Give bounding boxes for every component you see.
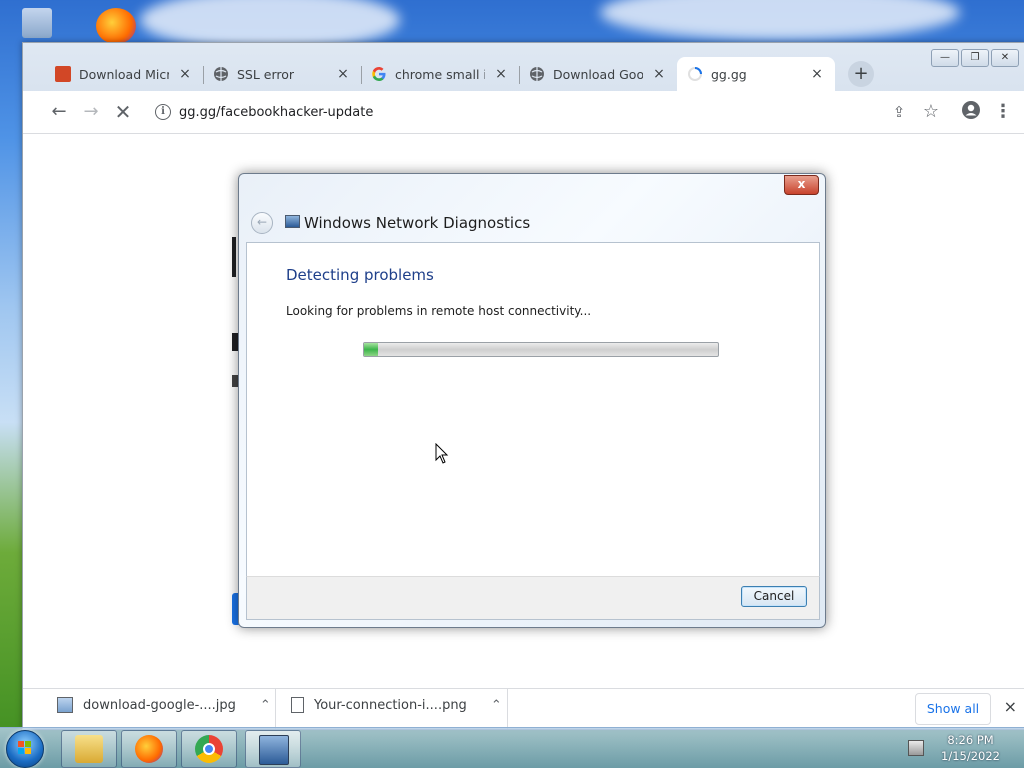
firefox-icon — [135, 735, 163, 763]
site-info-icon[interactable]: i — [155, 104, 171, 120]
chrome-icon — [195, 735, 223, 763]
image-file-icon — [57, 697, 73, 713]
address-bar[interactable]: i gg.gg/facebookhacker-update — [147, 96, 917, 128]
browser-frame: — ❐ ✕ Download Micros × SSL error × — [23, 43, 1024, 134]
page-content-fragment — [232, 237, 236, 277]
address-text[interactable]: gg.gg/facebookhacker-update — [179, 105, 373, 120]
tab-close-icon[interactable]: × — [493, 66, 509, 82]
tab-close-icon[interactable]: × — [809, 66, 825, 82]
clock-time: 8:26 PM — [947, 733, 994, 747]
profile-avatar-icon[interactable] — [959, 100, 983, 124]
dialog-heading: Detecting problems — [286, 266, 434, 284]
network-diagnostics-icon — [285, 215, 300, 228]
network-status-icon[interactable] — [908, 740, 924, 756]
taskbar-clock[interactable]: 8:26 PM 1/15/2022 — [941, 732, 1000, 764]
show-all-button[interactable]: Show all — [915, 693, 991, 725]
bookmark-star-icon[interactable]: ☆ — [919, 100, 943, 124]
network-diagnostics-dialog: x ← Windows Network Diagnostics Detectin… — [238, 173, 826, 628]
restore-button[interactable]: ❐ — [961, 49, 989, 67]
windows-logo-icon — [18, 741, 32, 755]
tab-chrome-small-icon[interactable]: chrome small ico × — [361, 57, 519, 91]
tab-title: chrome small ico — [395, 66, 485, 82]
taskbar-chrome[interactable] — [181, 730, 237, 768]
download-filename: Your-connection-i....png — [314, 697, 467, 713]
file-icon — [291, 697, 304, 713]
close-icon[interactable]: × — [1004, 697, 1017, 716]
tab-close-icon[interactable]: × — [335, 66, 351, 82]
clock-date: 1/15/2022 — [941, 749, 1000, 763]
menu-kebab-icon[interactable]: ⋮ — [991, 100, 1015, 124]
globe-icon — [213, 66, 229, 82]
start-button[interactable] — [6, 730, 44, 768]
download-separator — [507, 689, 508, 729]
firefox-desktop-icon[interactable] — [96, 8, 136, 44]
tab-download-google[interactable]: Download Googl × — [519, 57, 677, 91]
powerpoint-icon — [55, 66, 71, 82]
mouse-cursor-icon — [435, 443, 449, 464]
download-item[interactable]: download-google-....jpg ⌃ — [57, 697, 271, 713]
download-separator — [275, 689, 276, 729]
minimize-button[interactable]: — — [931, 49, 959, 67]
back-arrow-icon[interactable]: ← — [251, 212, 273, 234]
tab-close-icon[interactable]: × — [177, 66, 193, 82]
download-filename: download-google-....jpg — [83, 697, 236, 713]
back-arrow-icon[interactable]: ← — [47, 100, 71, 124]
progress-bar-fill — [364, 343, 379, 356]
file-explorer-icon — [75, 735, 103, 763]
tab-gg-gg[interactable]: gg.gg × — [677, 57, 835, 91]
new-tab-button[interactable]: + — [848, 61, 874, 87]
taskbar-network-diagnostics[interactable] — [245, 730, 301, 768]
system-tray: 8:26 PM 1/15/2022 — [894, 728, 1024, 768]
tab-download-microsoft[interactable]: Download Micros × — [45, 57, 203, 91]
progress-bar — [363, 342, 719, 357]
recycle-bin-icon[interactable] — [22, 8, 52, 38]
tab-title: SSL error — [237, 66, 295, 82]
download-shelf: download-google-....jpg ⌃ Your-connectio… — [23, 688, 1024, 729]
loading-spinner-icon — [687, 66, 703, 82]
tab-title: Download Googl — [553, 66, 643, 82]
globe-icon — [529, 66, 545, 82]
chevron-up-icon[interactable]: ⌃ — [491, 698, 502, 713]
dialog-title: Windows Network Diagnostics — [304, 214, 531, 232]
taskbar: 8:26 PM 1/15/2022 — [0, 727, 1024, 768]
desktop-cloud — [600, 0, 960, 40]
dialog-footer: Cancel — [246, 576, 820, 620]
chrome-icon-center — [203, 743, 215, 755]
dialog-status-text: Looking for problems in remote host conn… — [286, 304, 592, 318]
forward-arrow-icon[interactable]: → — [79, 100, 103, 124]
cancel-button[interactable]: Cancel — [741, 586, 807, 607]
share-icon[interactable]: ⇪ — [887, 100, 911, 124]
dialog-close-button[interactable]: x — [784, 175, 819, 195]
tab-title: gg.gg — [711, 66, 747, 82]
tab-close-icon[interactable]: × — [651, 66, 667, 82]
tab-ssl-error[interactable]: SSL error × — [203, 57, 361, 91]
taskbar-file-explorer[interactable] — [61, 730, 117, 768]
browser-toolbar: ← → ✕ i gg.gg/facebookhacker-update ⇪ ☆ … — [23, 91, 1024, 134]
tab-title: Download Micros — [79, 66, 169, 82]
google-icon — [371, 66, 387, 82]
close-window-button[interactable]: ✕ — [991, 49, 1019, 67]
taskbar-firefox[interactable] — [121, 730, 177, 768]
download-item[interactable]: Your-connection-i....png ⌃ — [291, 697, 502, 713]
chevron-up-icon[interactable]: ⌃ — [260, 698, 271, 713]
tab-strip: Download Micros × SSL error × chrome sma… — [45, 57, 835, 91]
window-controls: — ❐ ✕ — [931, 49, 1019, 67]
network-diagnostics-icon — [259, 735, 289, 765]
dialog-body: Detecting problems Looking for problems … — [246, 242, 820, 577]
stop-loading-icon[interactable]: ✕ — [111, 100, 135, 124]
